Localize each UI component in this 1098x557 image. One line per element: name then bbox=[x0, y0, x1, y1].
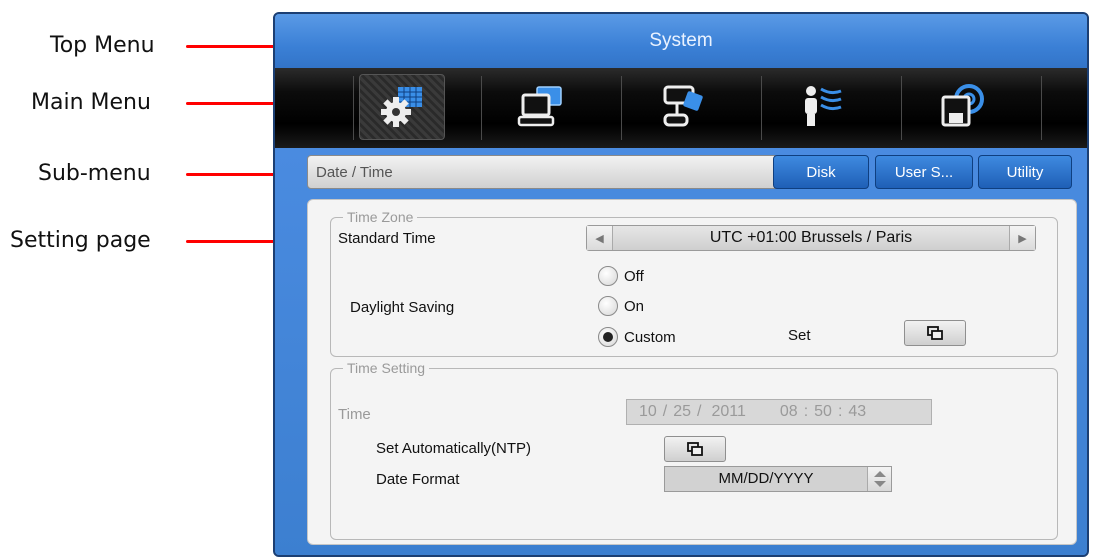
daylight-saving-label: Daylight Saving bbox=[350, 299, 455, 316]
tab-disk[interactable]: Disk bbox=[773, 155, 869, 189]
arrow-left-icon[interactable]: ◀ bbox=[587, 226, 613, 250]
time-zone-legend: Time Zone bbox=[343, 209, 418, 225]
date-format-value: MM/DD/YYYY bbox=[718, 470, 814, 487]
annotation-setting-page: Setting page bbox=[0, 226, 320, 256]
window-popup-icon bbox=[687, 442, 703, 456]
main-menu-user[interactable] bbox=[779, 74, 865, 140]
annotation-top-menu: Top Menu bbox=[0, 31, 320, 61]
device-monitor-icon bbox=[517, 86, 562, 127]
user-network-icon bbox=[805, 86, 842, 126]
main-menu-storage[interactable] bbox=[919, 74, 1005, 140]
radio-on[interactable] bbox=[598, 296, 618, 316]
menu-separator bbox=[481, 76, 482, 140]
menu-separator bbox=[901, 76, 902, 140]
ntp-label: Set Automatically(NTP) bbox=[376, 440, 532, 457]
set-label: Set bbox=[788, 327, 811, 344]
time-year: 2011 bbox=[711, 403, 746, 420]
annotation-sub-menu: Sub-menu bbox=[0, 159, 320, 189]
window-title: System bbox=[649, 30, 713, 51]
standard-time-value: UTC +01:00 Brussels / Paris bbox=[709, 229, 913, 246]
tab-user-settings[interactable]: User S... bbox=[875, 155, 973, 189]
dvr-window: System Date / Time Disk User S... Utilit… bbox=[273, 12, 1089, 557]
annotation-main-menu: Main Menu bbox=[0, 88, 320, 118]
date-format-label: Date Format bbox=[376, 471, 460, 488]
standard-time-label: Standard Time bbox=[338, 230, 436, 247]
annotation-label: Top Menu bbox=[50, 33, 155, 58]
menu-separator bbox=[621, 76, 622, 140]
time-minute: 50 bbox=[814, 403, 832, 420]
annotation-label: Setting page bbox=[10, 228, 151, 253]
tab-date-time[interactable]: Date / Time bbox=[307, 155, 791, 189]
date-separator: / bbox=[662, 403, 668, 420]
menu-separator bbox=[353, 76, 354, 140]
time-separator: : bbox=[837, 403, 843, 420]
annotation-label: Main Menu bbox=[31, 90, 151, 115]
time-setting-legend: Time Setting bbox=[343, 360, 430, 376]
date-format-spinner[interactable]: MM/DD/YYYY bbox=[664, 466, 892, 492]
annotation-label: Sub-menu bbox=[38, 161, 151, 186]
time-month: 10 bbox=[639, 403, 657, 420]
radio-custom[interactable] bbox=[598, 327, 618, 347]
time-day: 25 bbox=[673, 403, 692, 420]
radio-custom-label: Custom bbox=[624, 329, 676, 346]
ntp-settings-button[interactable] bbox=[664, 436, 726, 462]
arrow-right-icon[interactable]: ▶ bbox=[1009, 226, 1035, 250]
window-popup-icon bbox=[927, 326, 943, 340]
date-separator: / bbox=[697, 403, 702, 420]
tab-utility[interactable]: Utility bbox=[978, 155, 1072, 189]
camera-device-icon bbox=[663, 85, 703, 127]
screenshot: Top Menu Main Menu Sub-menu Setting page… bbox=[0, 0, 1098, 557]
menu-separator bbox=[1041, 76, 1042, 140]
arrow-up-icon[interactable] bbox=[874, 471, 886, 477]
time-second: 43 bbox=[848, 403, 867, 420]
disk-save-icon bbox=[941, 84, 984, 127]
radio-off-label: Off bbox=[624, 268, 644, 285]
time-hour: 08 bbox=[779, 403, 798, 420]
standard-time-selector[interactable]: ◀ UTC +01:00 Brussels / Paris ▶ bbox=[586, 225, 1036, 251]
arrow-down-icon[interactable] bbox=[874, 481, 886, 487]
menu-separator bbox=[761, 76, 762, 140]
time-display: 10 / 25 / 2011 08 : 50 : 43 bbox=[626, 399, 932, 425]
main-menu-camera[interactable] bbox=[639, 74, 725, 140]
spin-arrows-icon[interactable] bbox=[867, 467, 891, 491]
main-menu-system[interactable] bbox=[359, 74, 445, 140]
setting-page: Time Zone Standard Time ◀ UTC +01:00 Bru… bbox=[307, 199, 1077, 545]
time-label: Time bbox=[338, 406, 371, 423]
radio-off[interactable] bbox=[598, 266, 618, 286]
main-menu-device[interactable] bbox=[499, 74, 585, 140]
top-menu: System bbox=[275, 14, 1087, 68]
main-menu bbox=[275, 68, 1087, 148]
radio-on-label: On bbox=[624, 298, 645, 315]
set-custom-button[interactable] bbox=[904, 320, 966, 346]
system-settings-icon bbox=[381, 87, 422, 127]
time-separator: : bbox=[803, 403, 809, 420]
